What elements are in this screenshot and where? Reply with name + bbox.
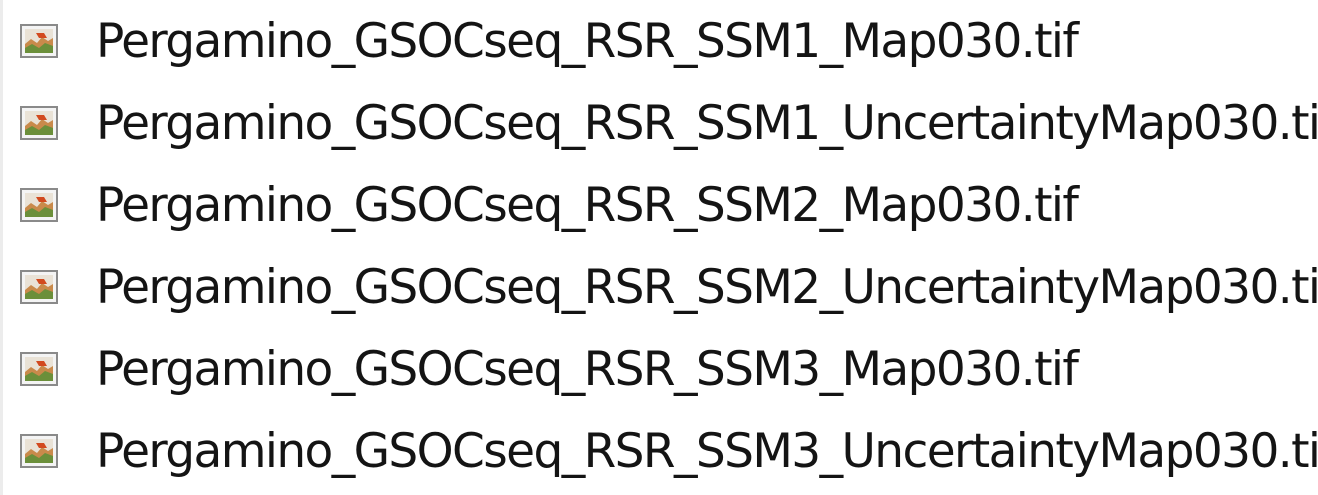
- file-item[interactable]: Pergamino_GSOCseq_RSR_SSM1_UncertaintyMa…: [10, 84, 1318, 162]
- file-name: Pergamino_GSOCseq_RSR_SSM3_Map030.tif: [96, 341, 1079, 397]
- tif-raster-file-icon: [20, 24, 58, 58]
- file-name: Pergamino_GSOCseq_RSR_SSM3_UncertaintyMa…: [96, 423, 1318, 479]
- file-name: Pergamino_GSOCseq_RSR_SSM2_Map030.tif: [96, 177, 1079, 233]
- file-item[interactable]: Pergamino_GSOCseq_RSR_SSM2_Map030.tif: [10, 166, 1310, 244]
- file-item[interactable]: Pergamino_GSOCseq_RSR_SSM3_UncertaintyMa…: [10, 412, 1318, 490]
- tif-raster-file-icon: [20, 434, 58, 468]
- tif-raster-file-icon: [20, 270, 58, 304]
- tif-raster-file-icon: [20, 188, 58, 222]
- file-item[interactable]: Pergamino_GSOCseq_RSR_SSM2_UncertaintyMa…: [10, 248, 1318, 326]
- tif-raster-file-icon: [20, 352, 58, 386]
- file-name: Pergamino_GSOCseq_RSR_SSM1_UncertaintyMa…: [96, 95, 1318, 151]
- file-item[interactable]: Pergamino_GSOCseq_RSR_SSM1_Map030.tif: [10, 2, 1310, 80]
- file-item[interactable]: Pergamino_GSOCseq_RSR_SSM3_Map030.tif: [10, 330, 1310, 408]
- file-name: Pergamino_GSOCseq_RSR_SSM1_Map030.tif: [96, 13, 1079, 69]
- tif-raster-file-icon: [20, 106, 58, 140]
- file-list: Pergamino_GSOCseq_RSR_SSM1_Map030.tif Pe…: [0, 0, 1318, 495]
- file-name: Pergamino_GSOCseq_RSR_SSM2_UncertaintyMa…: [96, 259, 1318, 315]
